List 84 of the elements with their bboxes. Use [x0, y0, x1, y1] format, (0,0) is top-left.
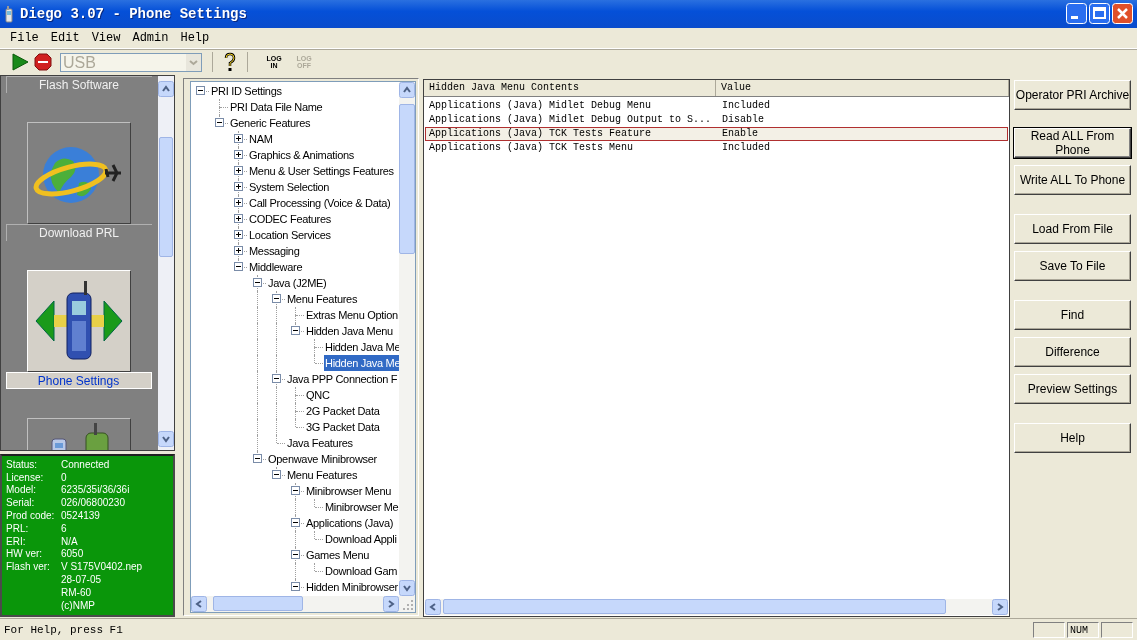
tree-item[interactable]: Graphics & Animations [248, 146, 355, 163]
tree-item[interactable]: Download Gam [324, 562, 399, 579]
tree-item[interactable]: Menu & User Settings Features [248, 162, 395, 179]
action-button[interactable]: Save To File [1014, 250, 1131, 281]
info-value: 6050 [61, 548, 85, 562]
tree-item[interactable]: Games Menu [305, 546, 371, 563]
tree-item[interactable]: Hidden Java Me [324, 354, 399, 371]
info-label: Model: [6, 484, 37, 498]
tree-item[interactable]: PRI ID Settings [210, 82, 283, 99]
info-label: PRL: [6, 522, 30, 536]
tree-item[interactable]: Hidden Java Me [324, 338, 399, 355]
action-button[interactable]: Read ALL From Phone [1014, 127, 1131, 158]
table-cell-text: Applications (Java) TCK Tests Menu [428, 141, 635, 154]
menu-item[interactable]: Admin [126, 30, 175, 45]
nav-label[interactable]: Download PRL [5, 223, 152, 241]
tree-item[interactable]: Middleware [248, 258, 304, 275]
action-button[interactable]: Write ALL To Phone [1014, 164, 1131, 195]
info-label: Prod code: [6, 510, 56, 523]
info-value: 6235/35i/36/36i [61, 484, 131, 498]
info-label: HW ver: [6, 548, 44, 562]
tree-item[interactable]: Java Features [286, 434, 354, 451]
action-button[interactable]: Load From File [1014, 213, 1131, 244]
tree-item[interactable]: Java PPP Connection F [286, 370, 399, 387]
tree-item[interactable]: Extras Menu Option [305, 306, 399, 323]
table-cell-text: Applications (Java) TCK Tests Feature [428, 127, 653, 140]
table-cell-text: Applications (Java) Midlet Debug Output to S... [428, 113, 713, 126]
tree-item[interactable]: Openwave Minibrowser [267, 450, 378, 467]
tree-item[interactable]: Location Services [248, 226, 332, 243]
menu-item[interactable]: View [85, 30, 127, 45]
info-value: Connected [61, 458, 111, 472]
menu-item[interactable]: Help [174, 30, 216, 45]
action-button[interactable]: Find [1014, 299, 1131, 330]
tree-item[interactable]: CODEC Features [248, 210, 332, 227]
info-value: (c)NMP [61, 599, 96, 613]
column-header[interactable]: Hidden Java Menu Contents [424, 79, 716, 96]
table-cell-text: Included [721, 141, 770, 154]
tree-item[interactable]: Download Appli [324, 530, 398, 547]
menu-item[interactable]: Edit [44, 30, 86, 45]
tree-item[interactable]: 3G Packet Data [305, 418, 381, 435]
tree-item[interactable]: Menu Features [286, 290, 359, 307]
info-label: ERI: [6, 535, 27, 549]
info-value: 026/06800230 [61, 497, 126, 511]
info-label: Flash ver: [6, 561, 51, 575]
tree-item[interactable]: System Selection [248, 178, 331, 195]
info-value: 0 [61, 471, 68, 485]
table-cell-text: Enable [721, 127, 758, 140]
info-label: Serial: [6, 497, 36, 511]
info-value: V S175V0402.nep [61, 561, 144, 575]
selected-row[interactable]: Applications (Java) TCK Tests Feature Enable [425, 126, 1008, 141]
tree-item[interactable]: Menu Features [286, 466, 359, 483]
tree-item[interactable]: QNC [305, 386, 331, 403]
tree-item[interactable]: Hidden Minibrowser [305, 578, 399, 595]
nav-label[interactable]: Flash Software [5, 75, 152, 93]
status-text: For Help, press F1 [4, 623, 124, 636]
tree-item[interactable]: 2G Packet Data [305, 402, 381, 419]
tree-item[interactable]: Hidden Java Menu [305, 322, 394, 339]
action-button[interactable]: Operator PRI Archive [1014, 79, 1131, 110]
tree-item[interactable]: Java (J2ME) [267, 274, 328, 291]
nav-label[interactable]: Phone Settings [5, 371, 152, 389]
info-value: N/A [61, 535, 79, 549]
info-label: License: [6, 471, 45, 485]
action-button[interactable]: Difference [1014, 336, 1131, 367]
window-title: Diego 3.07 - Phone Settings [20, 5, 248, 22]
tree-item[interactable]: Minibrowser Me [324, 498, 399, 515]
action-button[interactable]: Preview Settings [1014, 373, 1131, 404]
info-value: RM-60 [61, 586, 92, 600]
table-cell-text: Disable [721, 113, 764, 126]
table-cell-text: Applications (Java) Midlet Debug Menu [428, 99, 653, 112]
tree-item[interactable]: Minibrowser Menu [305, 482, 393, 499]
menu-item[interactable]: File [4, 30, 45, 45]
status-pane: NUM [1067, 621, 1099, 638]
info-value: 0524139 [61, 510, 101, 523]
column-header[interactable]: Value [716, 79, 1009, 96]
tree-item[interactable]: Generic Features [229, 114, 312, 131]
info-label: Status: [6, 458, 39, 472]
action-button[interactable]: Help [1014, 422, 1131, 453]
table-cell-text: Included [721, 99, 770, 112]
tree-item[interactable]: Messaging [248, 242, 301, 259]
info-value: 6 [61, 522, 68, 536]
tree-item[interactable]: NAM [248, 130, 274, 147]
tree-item[interactable]: Applications (Java) [305, 514, 395, 531]
tree-item[interactable]: Call Processing (Voice & Data) [248, 194, 392, 211]
tree-item[interactable]: PRI Data File Name [229, 98, 324, 115]
info-value: 28-07-05 [61, 574, 103, 587]
